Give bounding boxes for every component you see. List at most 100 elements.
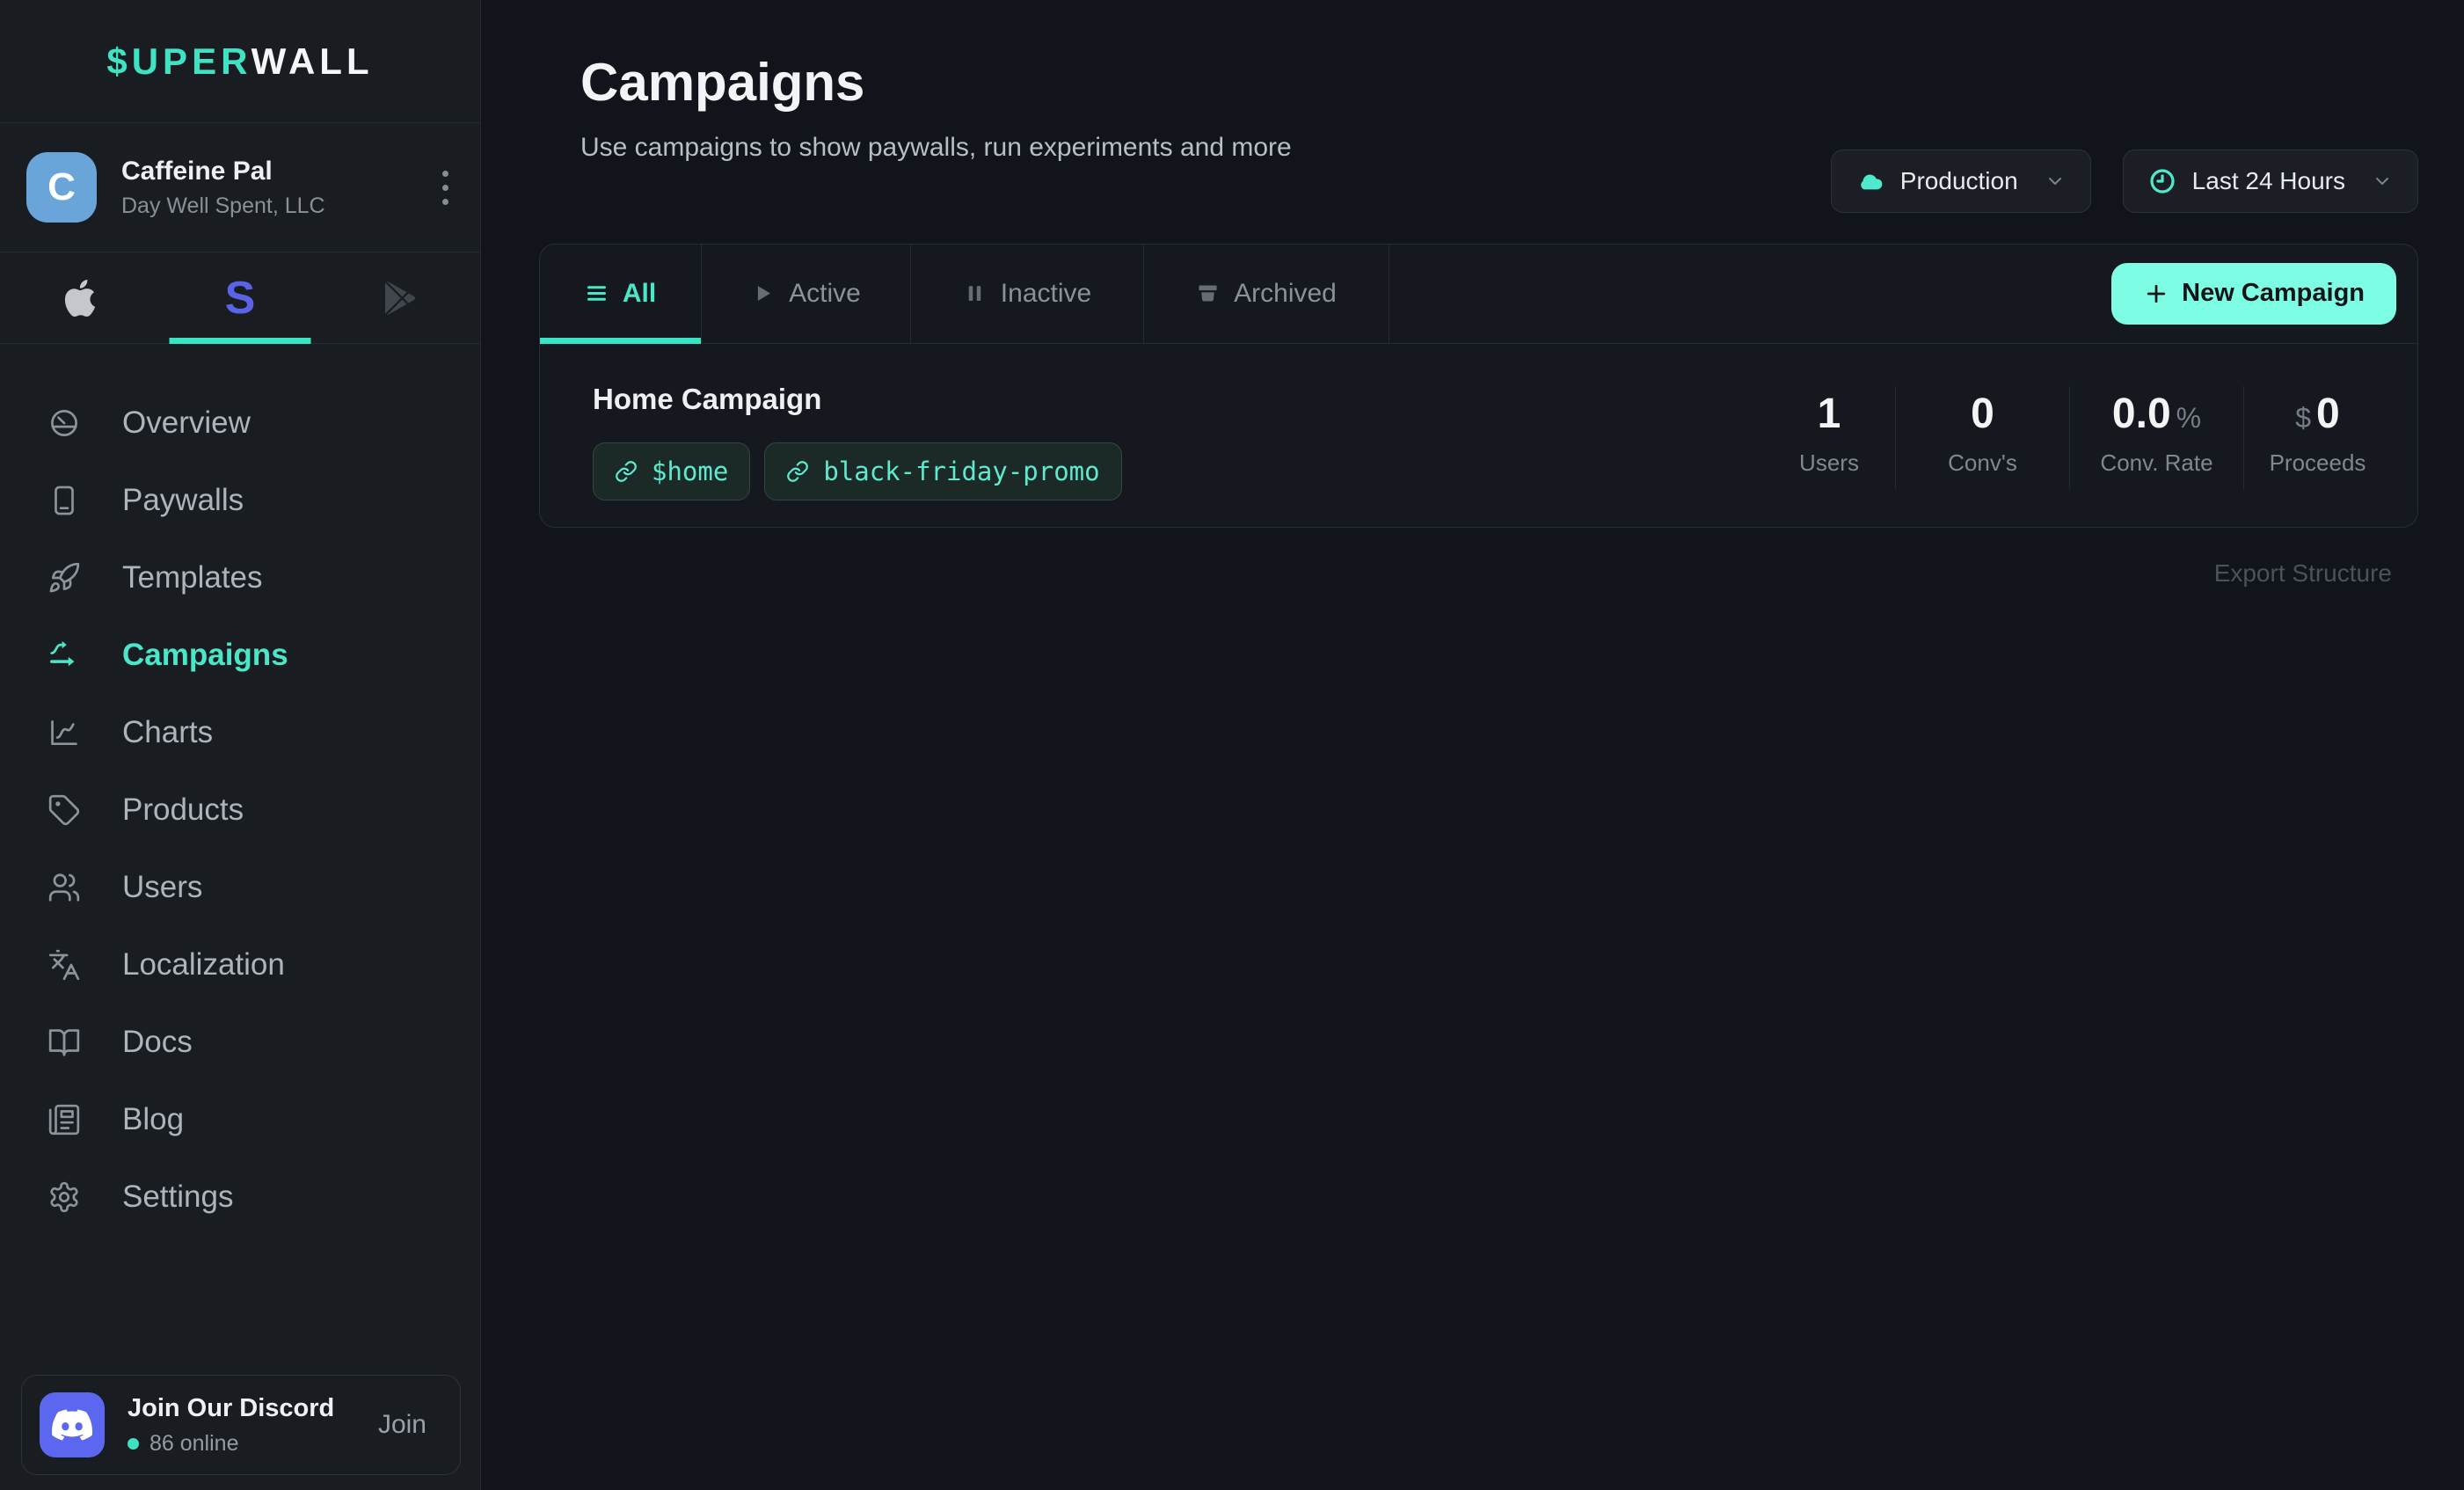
placement-tag-label: $home [652,456,728,486]
sidebar-item-campaigns[interactable]: Campaigns [0,617,480,694]
sidebar-item-settings[interactable]: Settings [0,1158,480,1236]
stat-label: Conv's [1896,449,2069,477]
sidebar-item-label: Paywalls [122,483,244,518]
export-row: Export Structure [481,559,2392,588]
pause-icon [963,281,987,305]
account-avatar: C [26,152,97,223]
platform-tab-android[interactable] [320,252,480,343]
tab-all[interactable]: All [540,245,702,343]
account-switcher[interactable]: C Caffeine Pal Day Well Spent, LLC [0,123,480,252]
sidebar-item-paywalls[interactable]: Paywalls [0,462,480,539]
sidebar-item-label: Users [122,870,202,905]
sidebar-item-charts[interactable]: Charts [0,694,480,771]
gauge-icon [47,406,81,440]
time-range-value: Last 24 Hours [2192,167,2345,195]
superwall-dashboard: $UPERWALL C Caffeine Pal Day Well Spent,… [0,0,2464,1490]
sidebar: $UPERWALL C Caffeine Pal Day Well Spent,… [0,0,481,1490]
stat-label: Proceeds [2244,449,2391,477]
sidebar-item-label: Products [122,792,244,828]
account-org: Day Well Spent, LLC [121,194,437,219]
cloud-icon [1856,167,1884,195]
export-structure-link[interactable]: Export Structure [2214,559,2392,587]
stat-proceeds: $0 Proceeds [2243,386,2391,489]
discord-title: Join Our Discord [128,1394,378,1423]
account-names: Caffeine Pal Day Well Spent, LLC [121,157,437,219]
sidebar-item-label: Templates [122,560,263,595]
sidebar-item-localization[interactable]: Localization [0,926,480,1004]
campaign-name: Home Campaign [593,383,1122,416]
play-icon [751,281,775,305]
new-campaign-button[interactable]: New Campaign [2111,263,2396,325]
sidebar-item-users[interactable]: Users [0,849,480,926]
stat-value: 0 [1971,391,1994,437]
online-status-dot [128,1438,139,1450]
gear-icon [47,1180,81,1214]
line-chart-icon [47,716,81,749]
stat-suffix: % [2176,402,2201,434]
smartphone-icon [47,484,81,517]
tab-label: Inactive [1001,279,1091,309]
environment-dropdown[interactable]: Production [1831,150,2091,213]
tab-label: Archived [1234,279,1337,309]
tag-icon [47,793,81,827]
link-icon [786,460,809,483]
sidebar-item-label: Settings [122,1180,233,1215]
stat-label: Conv. Rate [2070,449,2243,477]
superwall-wordmark: $UPERWALL [106,40,373,83]
stat-conversions: 0 Conv's [1895,386,2069,489]
discord-card[interactable]: Join Our Discord 86 online Join [21,1375,461,1475]
apple-icon [62,280,98,317]
environment-value: Production [1900,167,2018,195]
placement-tag[interactable]: black-friday-promo [764,442,1121,500]
tab-inactive[interactable]: Inactive [911,245,1144,343]
sidebar-item-templates[interactable]: Templates [0,539,480,617]
filter-bar: Production Last 24 Hours [1831,150,2418,213]
sidebar-item-label: Overview [122,405,251,441]
online-count: 86 online [149,1431,238,1457]
sidebar-item-products[interactable]: Products [0,771,480,849]
stat-prefix: $ [2295,402,2311,434]
sidebar-item-docs[interactable]: Docs [0,1004,480,1081]
split-arrow-icon [47,639,81,672]
brand-logo: $UPERWALL [0,0,480,123]
sidebar-item-label: Docs [122,1025,193,1060]
sidebar-item-blog[interactable]: Blog [0,1081,480,1158]
plus-icon [2143,281,2169,307]
campaign-row[interactable]: Home Campaign $home black-friday-promo [540,344,2417,527]
superwall-sdk-icon: S [225,272,256,325]
sidebar-item-label: Campaigns [122,638,288,673]
time-range-dropdown[interactable]: Last 24 Hours [2123,150,2418,213]
account-name: Caffeine Pal [121,157,437,186]
tab-archived[interactable]: Archived [1144,245,1389,343]
chevron-down-icon [2045,171,2066,192]
clock-icon [2148,167,2176,195]
platform-tab-superwall-sdk[interactable]: S [160,252,320,343]
newspaper-icon [47,1103,81,1136]
discord-text: Join Our Discord 86 online [128,1394,378,1457]
list-icon [585,281,609,305]
stat-label: Users [1763,449,1895,477]
sidebar-nav: Overview Paywalls Templates Campaigns Ch… [0,344,480,1236]
placement-tag[interactable]: $home [593,442,750,500]
users-icon [47,871,81,904]
stat-users: 1 Users [1763,386,1895,489]
campaign-tabs: All Active Inactive Archived New Campaig… [540,245,2417,344]
sidebar-item-overview[interactable]: Overview [0,384,480,462]
discord-icon [40,1392,105,1457]
logo-accent-text: $UPER [106,40,251,82]
account-menu-button[interactable] [437,165,454,210]
tab-label: All [623,279,656,309]
stat-value: 0.0 [2112,391,2171,437]
tab-label: Active [789,279,861,309]
tab-active[interactable]: Active [702,245,911,343]
sidebar-item-label: Blog [122,1102,184,1137]
platform-tab-ios[interactable] [0,252,160,343]
placement-tags: $home black-friday-promo [593,442,1122,500]
stat-value: 0 [2316,391,2340,437]
platform-tabs: S [0,252,480,344]
discord-join-button[interactable]: Join [378,1410,426,1440]
page-header: Campaigns Use campaigns to show paywalls… [481,0,2464,163]
stat-conv-rate: 0.0% Conv. Rate [2069,386,2243,489]
google-play-icon [383,281,417,315]
placement-tag-label: black-friday-promo [823,456,1099,486]
